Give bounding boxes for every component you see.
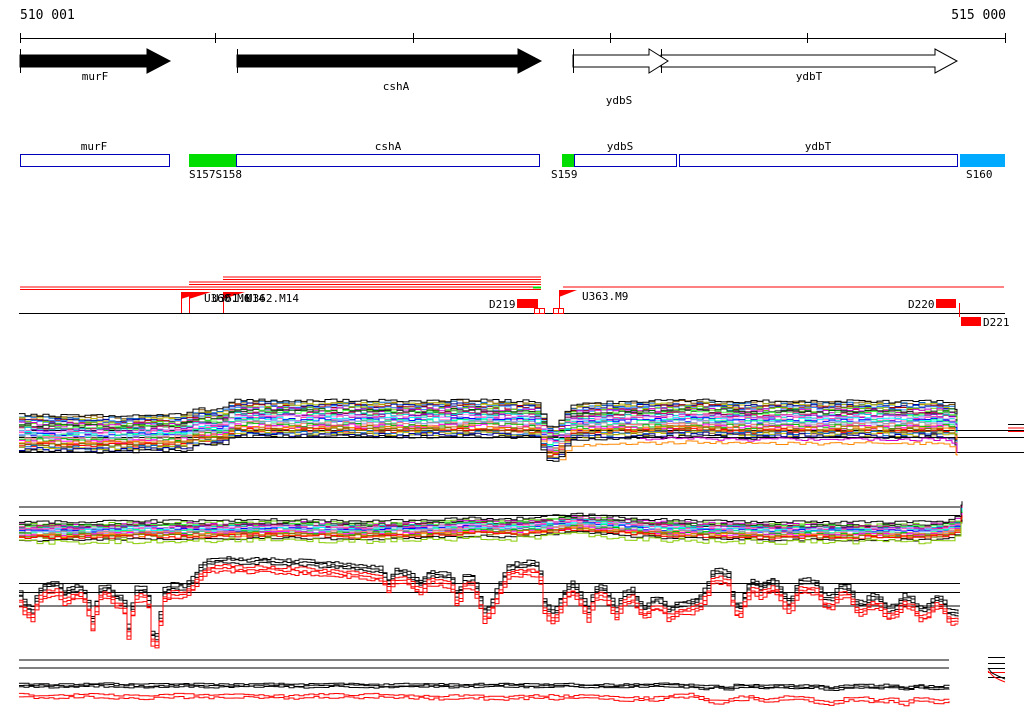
gene-arrow-label-ydbT: ydbT — [795, 70, 823, 83]
gene-box-label-ydbS: ydbS — [606, 140, 634, 153]
segment-box-S159[interactable] — [562, 154, 574, 167]
probe-label-U362.M14: U362.M14 — [246, 292, 299, 305]
gene-box-ydbS[interactable] — [574, 154, 677, 167]
probe-label-D221: D221 — [983, 316, 1010, 329]
gene-arrow-label-ydbS: ydbS — [605, 94, 633, 107]
segment-label-S159: S159 — [551, 168, 578, 181]
gene-box-label-murF: murF — [80, 140, 108, 153]
labels-overlay: murF cshA ydbT ydbS murF cshA ydbS ydbT S157S158… — [0, 0, 1024, 714]
segment-box-S160[interactable] — [960, 154, 1005, 167]
segment-label-S157S158: S157S158 — [189, 168, 242, 181]
gene-box-ydbT[interactable] — [679, 154, 958, 167]
gene-box-label-ydbT: ydbT — [804, 140, 832, 153]
gene-box-cshA[interactable] — [236, 154, 540, 167]
probe-label-D220: D220 — [908, 298, 935, 311]
probe-label-D219: D219 — [489, 298, 516, 311]
gene-box-murF[interactable] — [20, 154, 170, 167]
genome-browser-view: 510 001 515 000 murF cshA ydbT ydbS murF cshA… — [0, 0, 1024, 714]
gene-arrow-label-cshA: cshA — [382, 80, 410, 93]
gene-arrow-label-murF: murF — [81, 70, 109, 83]
segment-box-S157S158[interactable] — [189, 154, 236, 167]
probe-label-U363.M9: U363.M9 — [582, 290, 629, 303]
segment-label-S160: S160 — [966, 168, 993, 181]
gene-box-label-cshA: cshA — [374, 140, 402, 153]
